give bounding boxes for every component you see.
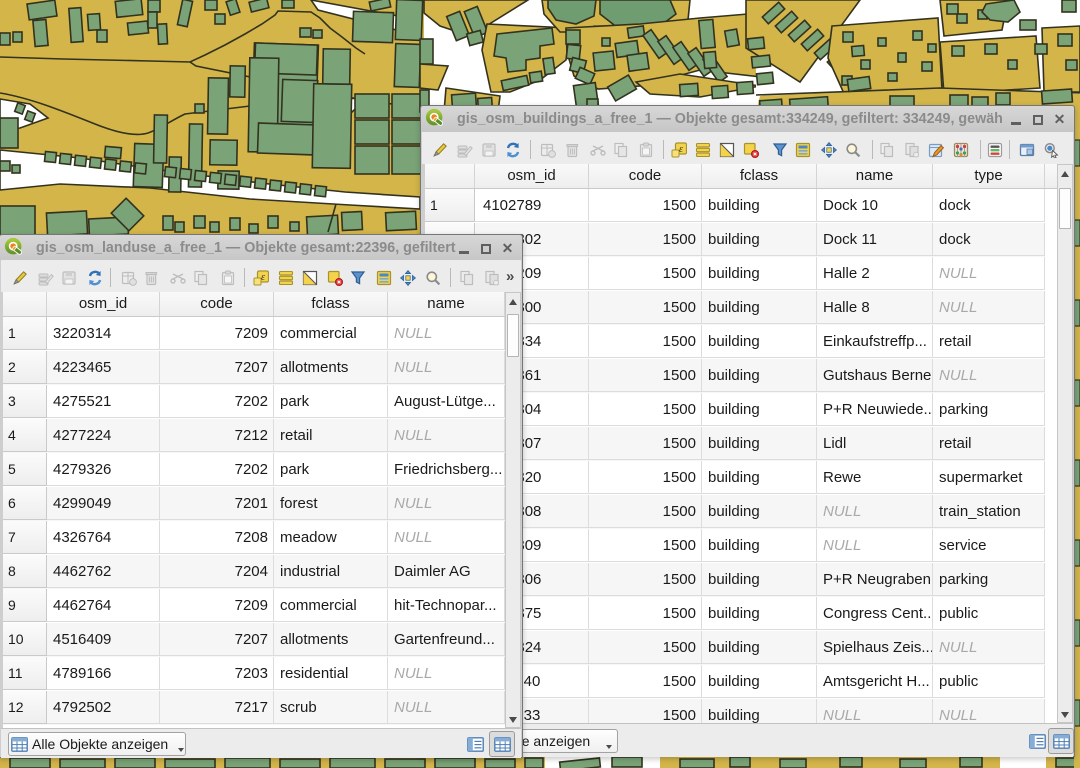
svg-text:ε: ε [261,272,265,283]
svg-text:ε: ε [679,144,683,155]
